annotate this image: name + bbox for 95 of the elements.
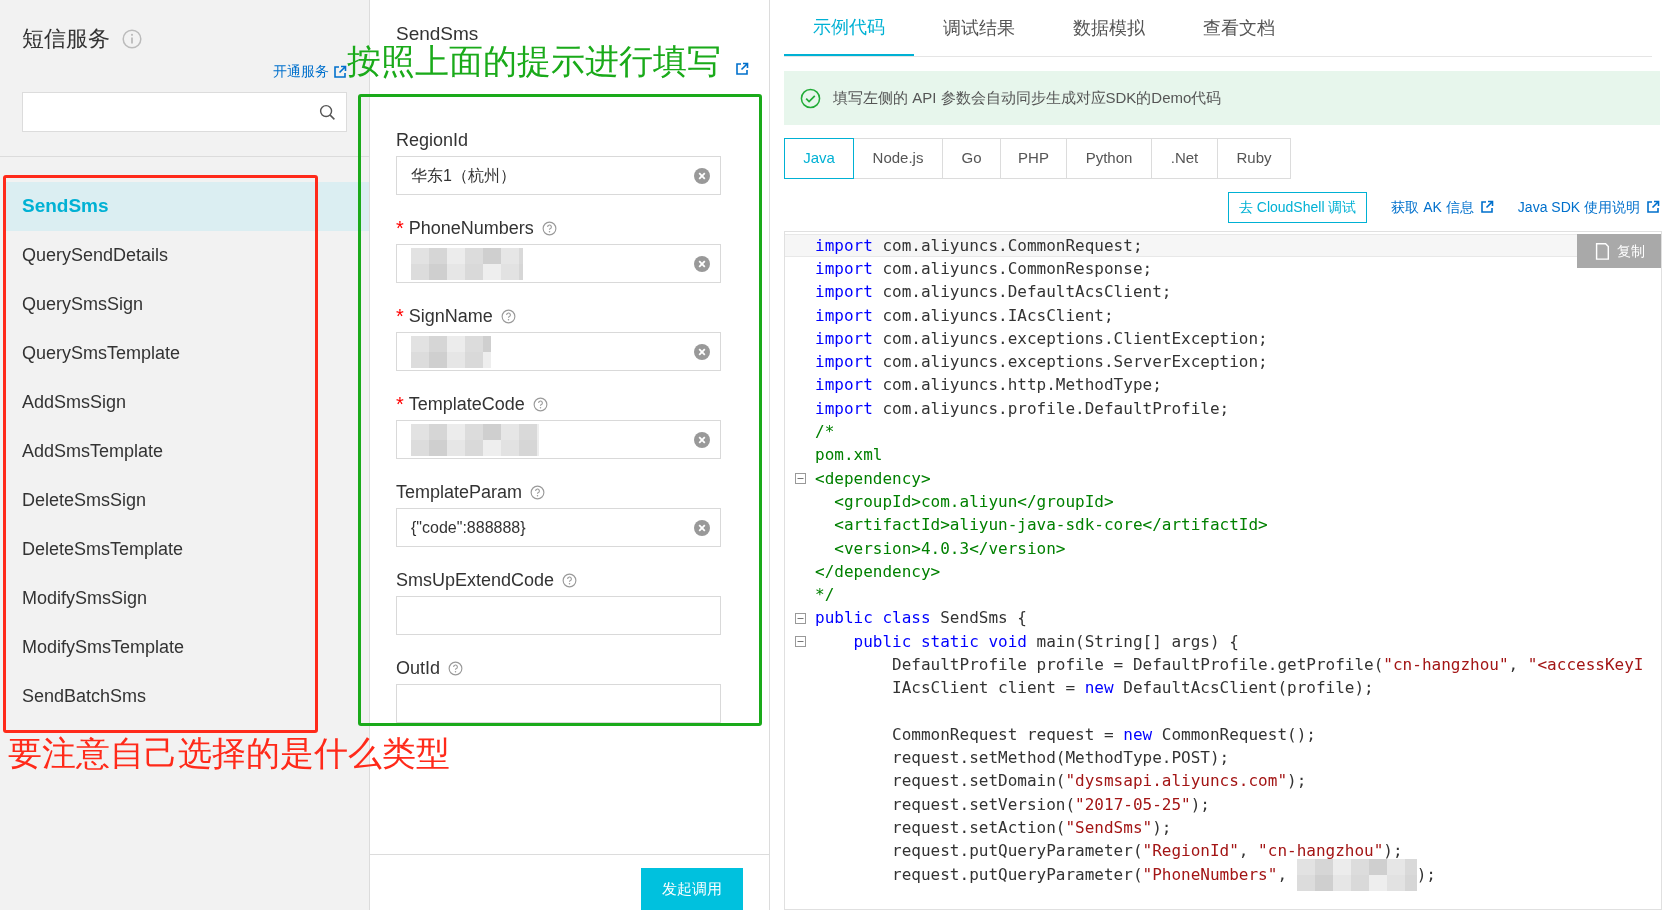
code-line: public static void main(String[] args) { <box>852 631 1239 652</box>
clear-icon[interactable] <box>694 167 710 184</box>
open-service-link[interactable]: 开通服务 <box>273 61 347 82</box>
clear-icon[interactable] <box>694 343 710 360</box>
code-line: IAcsClient client = new DefaultAcsClient(profile); <box>891 678 1374 699</box>
code-line: import com.aliyuncs.profile.DefaultProfile; <box>815 398 1230 419</box>
language-tab[interactable]: Go <box>942 138 1001 179</box>
external-link-icon <box>735 62 749 76</box>
sidebar-title: 短信服务 <box>22 25 110 53</box>
code-line: pom.xml <box>815 445 883 466</box>
input-field[interactable]: {"code":888888} <box>396 508 721 547</box>
required-mark: * <box>396 304 404 329</box>
required-mark: * <box>396 392 404 417</box>
check-circle-icon <box>800 87 821 109</box>
tab[interactable]: 数据模拟 <box>1044 0 1174 56</box>
help-icon[interactable] <box>532 396 548 412</box>
field-label: SignName <box>408 304 493 328</box>
help-icon[interactable] <box>448 660 464 676</box>
code-line: request.setVersion("2017-05-25"); <box>891 794 1210 815</box>
info-icon[interactable] <box>122 28 142 49</box>
sidebar-item[interactable]: QuerySmsTemplate <box>6 329 369 378</box>
code-line: <dependency> <box>815 468 931 489</box>
input-field[interactable] <box>396 684 721 723</box>
tab[interactable]: 查看文档 <box>1174 0 1304 56</box>
code-line: import com.aliyuncs.CommonResponse; <box>815 258 1153 279</box>
external-link-icon <box>1479 200 1494 214</box>
code-line: request.setMethod(MethodType.POST); <box>891 748 1230 769</box>
language-tab[interactable]: PHP <box>1000 138 1067 179</box>
tab[interactable]: 调试结果 <box>914 0 1044 56</box>
help-icon[interactable] <box>500 308 516 324</box>
code-line: public class SendSms { <box>815 608 1027 629</box>
code-line: */ <box>815 585 835 606</box>
code-line: import com.aliyuncs.DefaultAcsClient; <box>815 282 1172 303</box>
code-line: import com.aliyuncs.exceptions.ServerException; <box>815 352 1268 373</box>
input-field[interactable] <box>396 420 721 459</box>
field-label: TemplateParam <box>396 480 523 504</box>
sidebar-item[interactable]: ModifySmsTemplate <box>6 623 369 672</box>
code-line: request.setDomain("dysmsapi.aliyuncs.com"); <box>891 771 1307 792</box>
language-tab[interactable]: Node.js <box>853 138 943 179</box>
fold-icon[interactable] <box>794 473 806 485</box>
external-link-icon <box>1646 200 1660 214</box>
code-line: import com.aliyuncs.exceptions.ClientException; <box>815 328 1268 349</box>
required-mark: * <box>396 216 404 241</box>
sidebar-item[interactable]: AddSmsTemplate <box>6 427 369 476</box>
sidebar-item[interactable]: QuerySmsSign <box>6 280 369 329</box>
code-text: ); <box>1416 864 1436 885</box>
code-line: /* <box>815 422 835 442</box>
language-tab[interactable]: Ruby <box>1217 138 1291 179</box>
code-line: <version>4.0.3</version> <box>833 538 1066 559</box>
search-icon[interactable] <box>319 103 336 121</box>
input-field[interactable] <box>396 244 721 283</box>
field-label: PhoneNumbers <box>408 216 534 240</box>
external-link-icon <box>333 64 347 79</box>
language-tab[interactable]: Python <box>1066 138 1152 179</box>
sidebar-item[interactable]: ModifySmsSign <box>6 574 369 623</box>
fold-icon[interactable] <box>794 636 806 648</box>
field-label: OutId <box>396 656 441 680</box>
sidebar-item[interactable]: SendBatchSms <box>6 672 369 721</box>
annotation-text: 要注意自己选择的是什么类型 <box>8 733 450 774</box>
code-line: <artifactId>aliyun-java-sdk-core</artifactId> <box>833 515 1268 536</box>
code-line: request.putQueryParameter("RegionId", "cn-hangzhou"); <box>891 841 1403 862</box>
code-line: import com.aliyuncs.IAcsClient; <box>815 305 1114 326</box>
input-field[interactable] <box>396 332 721 371</box>
clear-icon[interactable] <box>694 519 710 536</box>
field-label: RegionId <box>396 128 469 152</box>
doc-link[interactable]: 获取 AK 信息 <box>1391 196 1494 218</box>
code-line: </dependency> <box>815 561 941 582</box>
copy-icon <box>1593 241 1611 261</box>
sidebar-item[interactable]: DeleteSmsTemplate <box>6 525 369 574</box>
code-text: request.putQueryParameter( <box>891 864 1143 885</box>
code-line: import com.aliyuncs.CommonRequest; <box>815 235 1143 256</box>
code-line: DefaultProfile profile = DefaultProfile.getProfile("cn-hangzhou", "<accessKeyI <box>891 655 1644 675</box>
fold-icon[interactable] <box>794 612 806 624</box>
clear-icon[interactable] <box>694 431 710 448</box>
code-line: request.setAction("SendSms"); <box>891 818 1172 839</box>
language-tab[interactable]: .Net <box>1151 138 1218 179</box>
help-icon[interactable] <box>541 220 557 236</box>
code-line: import com.aliyuncs.http.MethodType; <box>815 375 1162 396</box>
doc-link[interactable]: Java SDK 使用说明 <box>1517 196 1660 218</box>
clear-icon[interactable] <box>694 255 710 272</box>
search-field[interactable] <box>22 92 347 132</box>
field-label: SmsUpExtendCode <box>396 568 555 592</box>
input-field[interactable] <box>396 596 721 635</box>
input-field[interactable]: 华东1（杭州） <box>396 156 721 195</box>
sidebar-item[interactable]: DeleteSmsSign <box>6 476 369 525</box>
notice-text: 填写左侧的 API 参数会自动同步生成对应SDK的Demo代码 <box>833 87 1222 108</box>
help-icon[interactable] <box>562 572 578 588</box>
field-label: TemplateCode <box>408 392 525 416</box>
sidebar-item[interactable]: QuerySendDetails <box>6 231 369 280</box>
code-text: , <box>1277 864 1288 885</box>
code-line: <groupId>com.aliyun</groupId> <box>833 491 1114 512</box>
sidebar-item[interactable]: AddSmsSign <box>6 378 369 427</box>
help-icon[interactable] <box>530 484 546 500</box>
code-text: "PhoneNumbers" <box>1142 864 1278 885</box>
code-line: CommonRequest request = new CommonRequest(); <box>891 724 1316 745</box>
